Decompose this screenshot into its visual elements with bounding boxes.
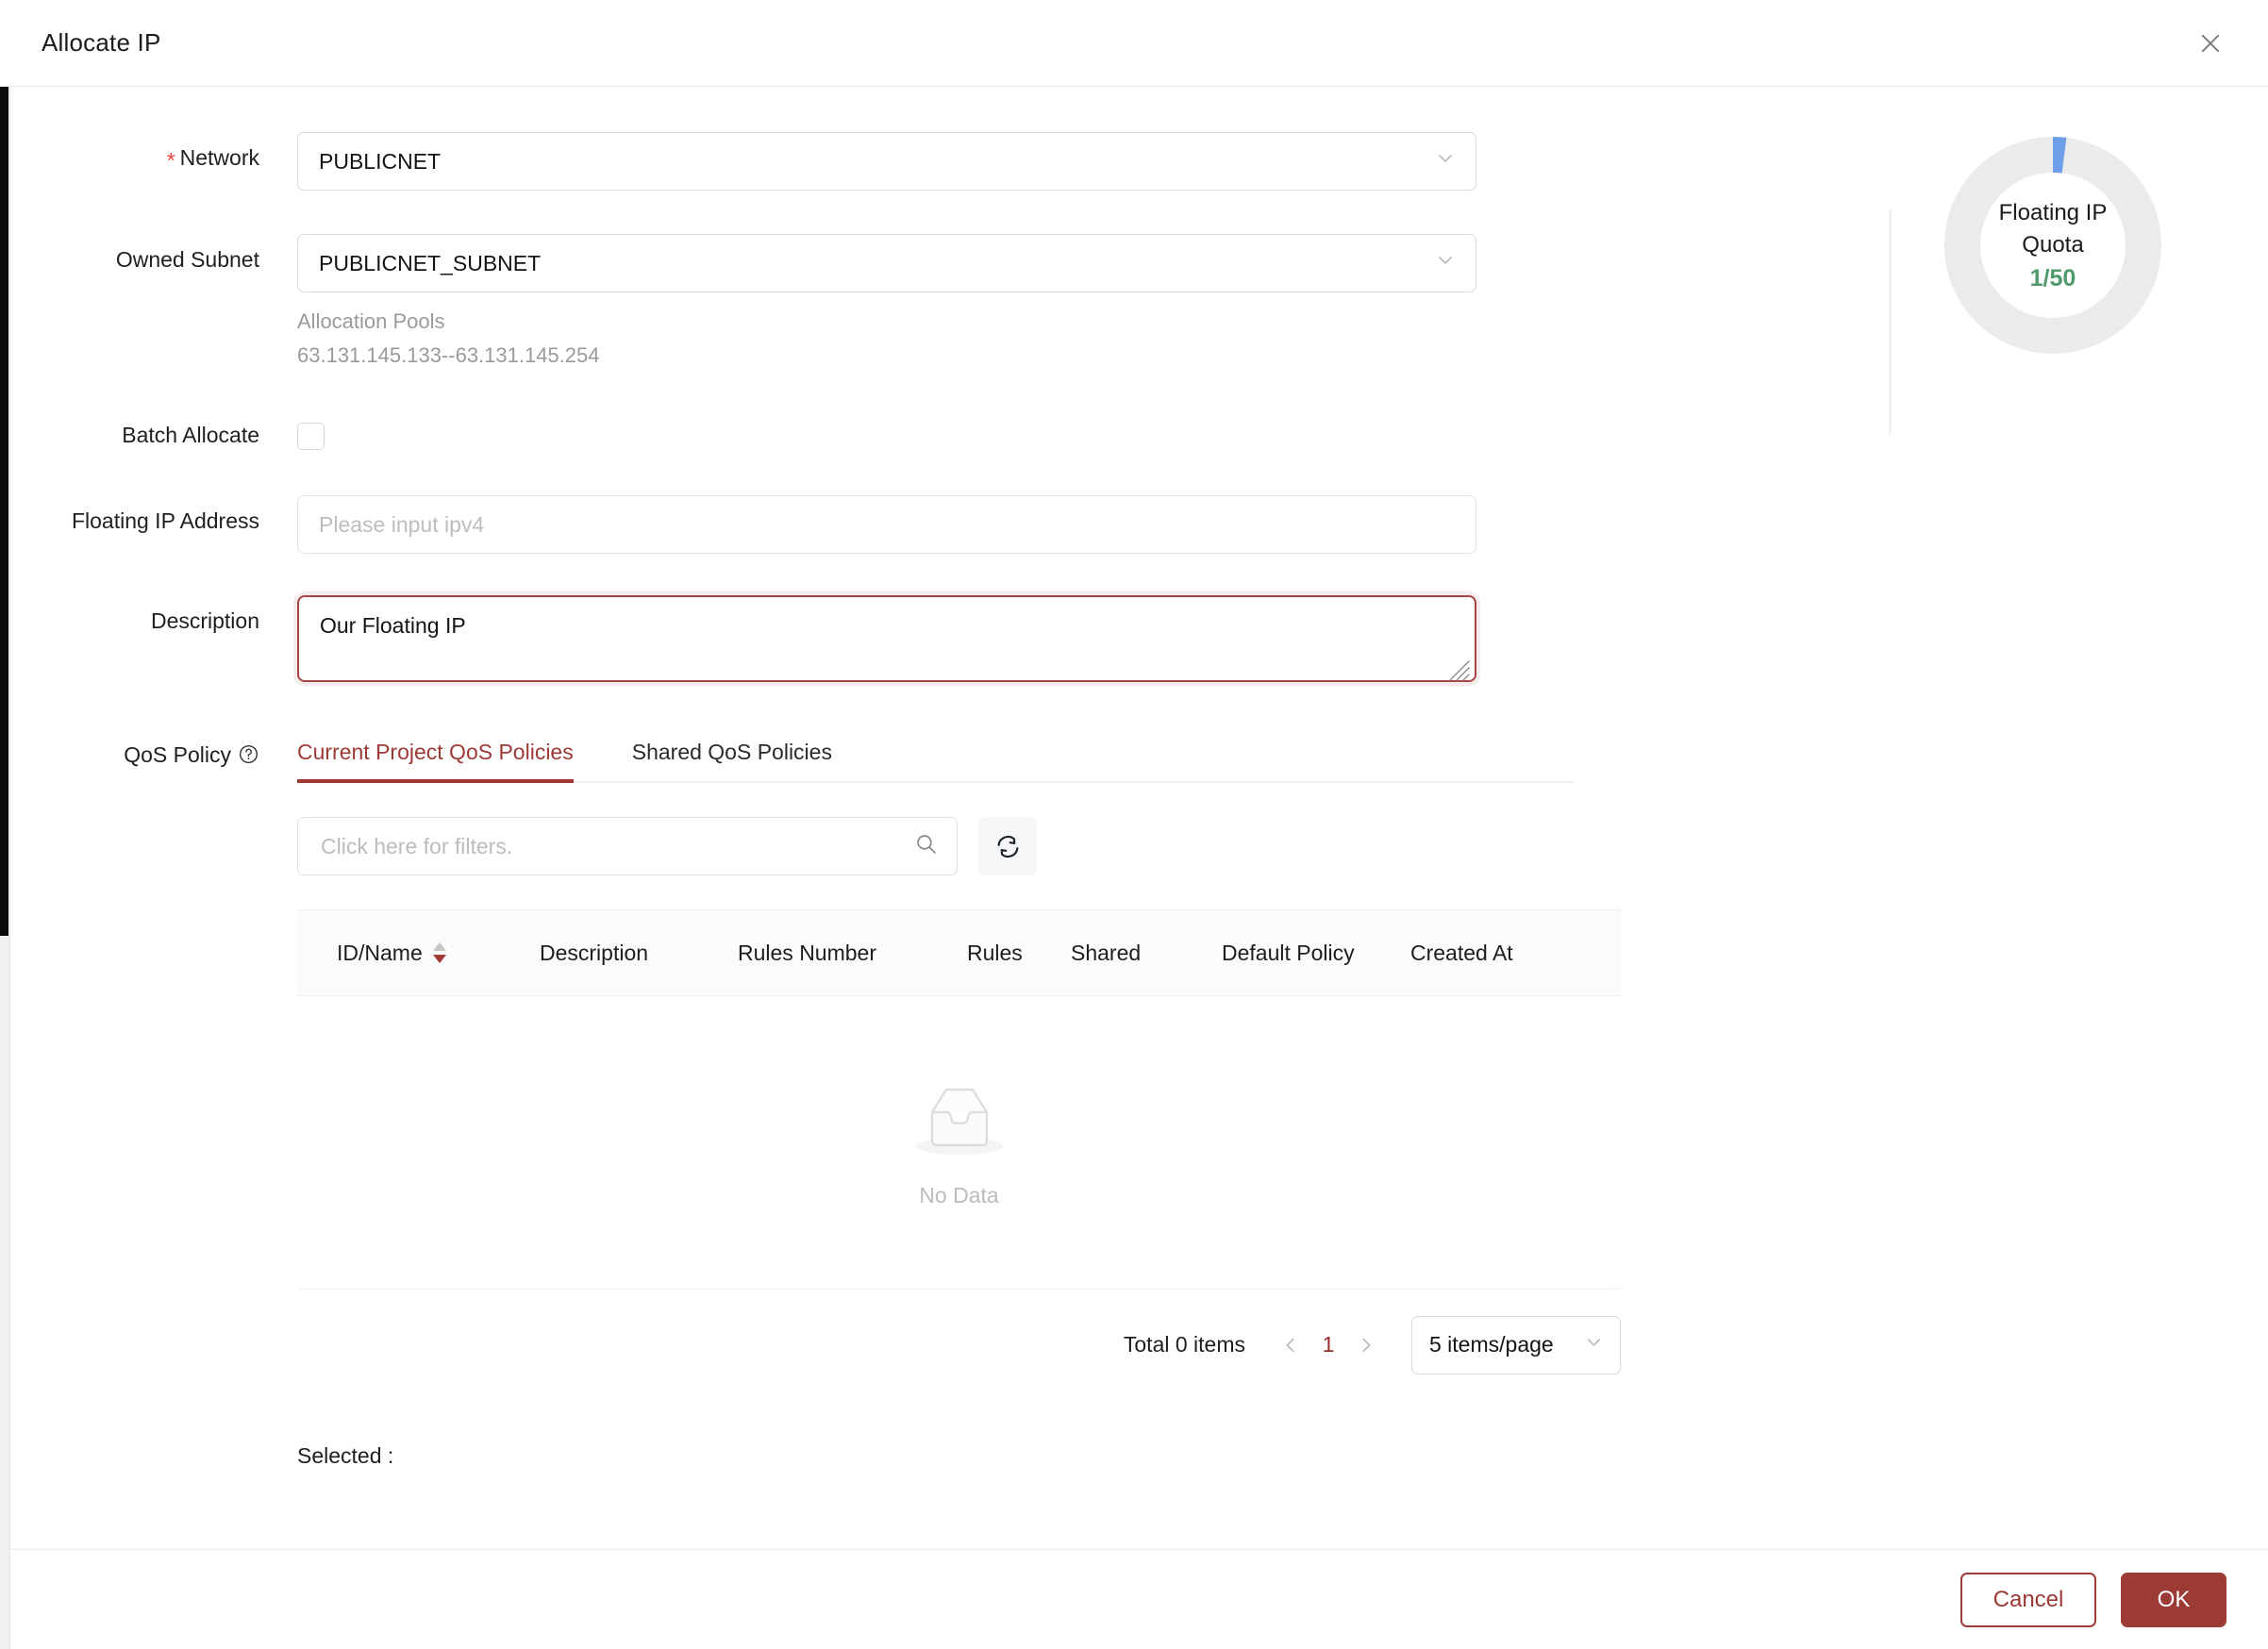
form-row-owned-subnet: Owned Subnet PUBLICNET_SUBNET Allocation… — [0, 234, 1887, 372]
network-field: PUBLICNET — [297, 132, 1887, 191]
pagination-total-text: Total 0 items — [1123, 1332, 1245, 1358]
form-row-network: * Network PUBLICNET — [0, 132, 1887, 191]
chevron-down-icon — [1434, 249, 1457, 277]
quota-title-line1: Floating IP — [1998, 199, 2108, 225]
selected-label: Selected : — [297, 1443, 394, 1469]
form-row-floating-ip-address: Floating IP Address — [0, 495, 1887, 555]
form-row-qos-policy: QoS Policy Current Project QoS Policies … — [0, 736, 1887, 1469]
quota-title-line2: Quota — [2022, 231, 2084, 258]
floating-ip-address-input[interactable] — [297, 495, 1476, 555]
page-size-select[interactable]: 5 items/page — [1411, 1315, 1621, 1374]
chevron-down-icon — [1583, 1331, 1605, 1358]
allocation-pools-range: 63.131.145.133--63.131.145.254 — [297, 343, 600, 368]
floating-ip-quota-panel: Floating IP Quota 1/50 — [1883, 132, 2223, 358]
owned-subnet-label: Owned Subnet — [115, 247, 259, 272]
column-header-rules-number: Rules Number — [738, 940, 876, 965]
dialog-title: Allocate IP — [42, 28, 161, 57]
qos-filter-row — [297, 817, 1887, 876]
tab-current-project-qos-policies[interactable]: Current Project QoS Policies — [297, 736, 574, 784]
allocate-ip-dialog: Allocate IP Floating IP Quota 1/50 * Net… — [0, 0, 2268, 1649]
owned-subnet-field: PUBLICNET_SUBNET Allocation Pools 63.131… — [297, 234, 1887, 372]
pagination-current-page[interactable]: 1 — [1309, 1332, 1347, 1358]
batch-allocate-checkbox[interactable] — [297, 423, 325, 451]
sort-arrows-icon[interactable] — [432, 942, 446, 964]
table-pagination: Total 0 items 1 5 items/page — [297, 1289, 1621, 1400]
qos-policy-field: Current Project QoS Policies Shared QoS … — [297, 736, 1887, 1469]
allocation-pools-title: Allocation Pools — [297, 309, 445, 333]
qos-filter-box[interactable] — [297, 817, 958, 876]
network-select-value: PUBLICNET — [319, 148, 442, 174]
dialog-header: Allocate IP — [0, 0, 2268, 87]
column-header-rules: Rules — [967, 940, 1023, 965]
description-field — [297, 595, 1887, 687]
required-marker: * — [166, 148, 175, 173]
network-label-wrap: * Network — [0, 132, 297, 173]
floating-ip-address-label: Floating IP Address — [71, 508, 259, 534]
column-header-id-name[interactable]: ID/Name — [337, 941, 540, 966]
quota-value: 1/50 — [2029, 265, 2076, 292]
question-circle-icon[interactable] — [238, 743, 259, 773]
owned-subnet-select[interactable]: PUBLICNET_SUBNET — [297, 234, 1476, 292]
dialog-scrollbar-thumb[interactable] — [0, 87, 8, 936]
chevron-right-icon[interactable] — [1347, 1326, 1385, 1364]
description-label: Description — [150, 608, 259, 634]
floating-ip-address-field — [297, 495, 1887, 555]
table-header-row: ID/Name Description Rules Number Rules S… — [297, 909, 1621, 997]
cancel-button[interactable]: Cancel — [1960, 1572, 2096, 1627]
page-size-label: 5 items/page — [1429, 1332, 1554, 1358]
dialog-body: Floating IP Quota 1/50 * Network PUBLICNE… — [0, 87, 2268, 1549]
network-label: Network — [179, 145, 259, 170]
description-textarea[interactable] — [297, 595, 1476, 683]
column-header-shared: Shared — [1071, 940, 1142, 965]
table-empty-text: No Data — [919, 1183, 999, 1208]
table-empty-state: No Data — [297, 996, 1621, 1289]
quota-donut-chart: Floating IP Quota 1/50 — [1940, 132, 2166, 358]
qos-policy-label: QoS Policy — [124, 742, 231, 768]
ok-button[interactable]: OK — [2121, 1572, 2226, 1627]
column-header-id-name-label: ID/Name — [337, 940, 423, 965]
form-row-description: Description — [0, 595, 1887, 687]
form-row-batch-allocate: Batch Allocate — [0, 409, 1887, 451]
column-header-description: Description — [540, 940, 649, 965]
network-select[interactable]: PUBLICNET — [297, 132, 1476, 191]
qos-policy-label-wrap: QoS Policy — [0, 736, 297, 773]
quota-donut-center: Floating IP Quota 1/50 — [1940, 132, 2166, 358]
batch-allocate-label: Batch Allocate — [122, 423, 259, 448]
column-header-created-at: Created At — [1410, 940, 1513, 965]
column-header-default-policy: Default Policy — [1222, 940, 1355, 965]
qos-policy-tabs: Current Project QoS Policies Shared QoS … — [297, 736, 1574, 784]
owned-subnet-select-value: PUBLICNET_SUBNET — [319, 250, 542, 275]
refresh-icon[interactable] — [978, 817, 1037, 876]
close-icon[interactable] — [2191, 24, 2230, 63]
selected-summary: Selected : — [297, 1443, 1887, 1469]
dialog-scrollbar[interactable] — [0, 87, 10, 1649]
empty-inbox-icon — [909, 1076, 1010, 1166]
batch-allocate-field — [297, 409, 1887, 451]
dialog-footer: Cancel OK — [0, 1549, 2268, 1649]
tab-shared-qos-policies[interactable]: Shared QoS Policies — [632, 736, 832, 781]
chevron-left-icon[interactable] — [1272, 1326, 1309, 1364]
chevron-down-icon — [1434, 147, 1457, 175]
qos-policies-table: ID/Name Description Rules Number Rules S… — [297, 909, 1621, 1400]
qos-filter-input[interactable] — [319, 832, 936, 860]
search-icon[interactable] — [914, 832, 938, 860]
allocate-ip-form: * Network PUBLICNET Owned Subnet PUBLICN… — [0, 87, 1887, 1469]
